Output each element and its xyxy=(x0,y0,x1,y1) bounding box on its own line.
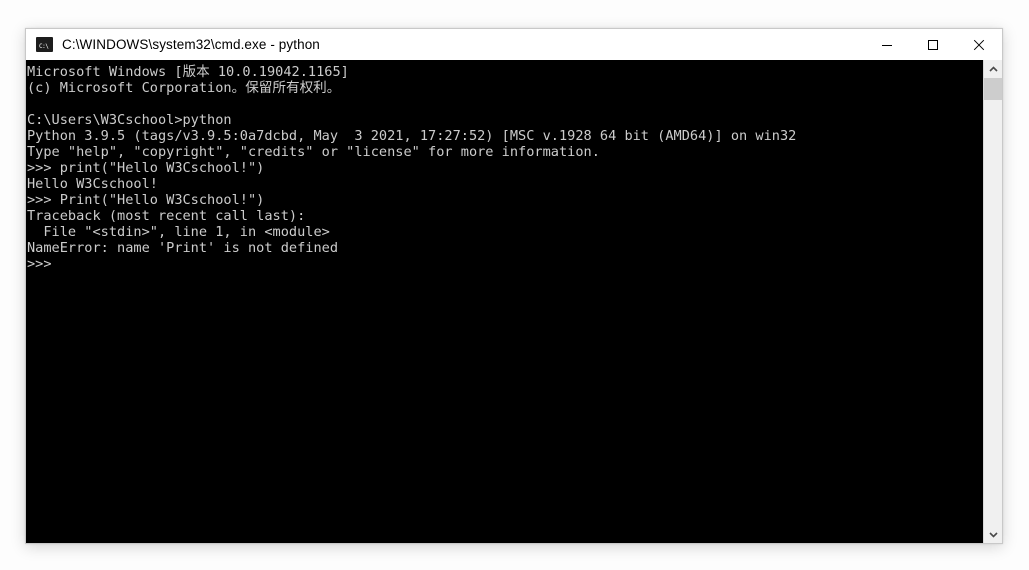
close-icon xyxy=(973,39,985,50)
window-title-bar[interactable]: C:\ C:\WINDOWS\system32\cmd.exe - python xyxy=(26,29,1002,60)
minimize-button[interactable] xyxy=(864,29,910,60)
terminal-line: Microsoft Windows [版本 10.0.19042.1165] xyxy=(27,64,349,80)
terminal-line: Python 3.9.5 (tags/v3.9.5:0a7dcbd, May 3… xyxy=(27,128,797,144)
terminal-line: >>> xyxy=(27,256,52,272)
terminal-output[interactable]: Microsoft Windows [版本 10.0.19042.1165] (c… xyxy=(26,60,983,543)
cmd-icon-prompt-glyph: C:\ xyxy=(39,43,49,50)
terminal-line: >>> print("Hello W3Cschool!") xyxy=(27,160,265,176)
minimize-icon xyxy=(882,44,892,46)
window-controls xyxy=(864,29,1002,60)
desktop-background: C:\ C:\WINDOWS\system32\cmd.exe - python xyxy=(0,0,1029,570)
vertical-scrollbar[interactable] xyxy=(983,60,1002,543)
scrollbar-thumb[interactable] xyxy=(984,78,1002,100)
maximize-icon xyxy=(928,39,938,50)
chevron-down-icon xyxy=(988,531,998,538)
console-body: Microsoft Windows [版本 10.0.19042.1165] (c… xyxy=(26,60,1002,543)
terminal-line: Traceback (most recent call last): xyxy=(27,208,306,224)
terminal-line: Type "help", "copyright", "credits" or "… xyxy=(27,144,600,160)
command-prompt-window: C:\ C:\WINDOWS\system32\cmd.exe - python xyxy=(25,28,1003,544)
scroll-down-arrow-icon[interactable] xyxy=(984,525,1002,543)
chevron-up-icon xyxy=(988,65,998,72)
terminal-line: Hello W3Cschool! xyxy=(27,176,158,192)
terminal-line: (c) Microsoft Corporation。保留所有权利。 xyxy=(27,80,341,96)
terminal-line: File "<stdin>", line 1, in <module> xyxy=(27,224,330,240)
window-title-text: C:\WINDOWS\system32\cmd.exe - python xyxy=(62,37,320,52)
close-button[interactable] xyxy=(956,29,1002,60)
scroll-up-arrow-icon[interactable] xyxy=(984,60,1002,78)
terminal-line: NameError: name 'Print' is not defined xyxy=(27,240,338,256)
scrollbar-track[interactable] xyxy=(984,78,1002,525)
terminal-line: C:\Users\W3Cschool>python xyxy=(27,112,232,128)
terminal-line: >>> Print("Hello W3Cschool!") xyxy=(27,192,265,208)
cmd-console-icon: C:\ xyxy=(36,37,53,52)
maximize-button[interactable] xyxy=(910,29,956,60)
